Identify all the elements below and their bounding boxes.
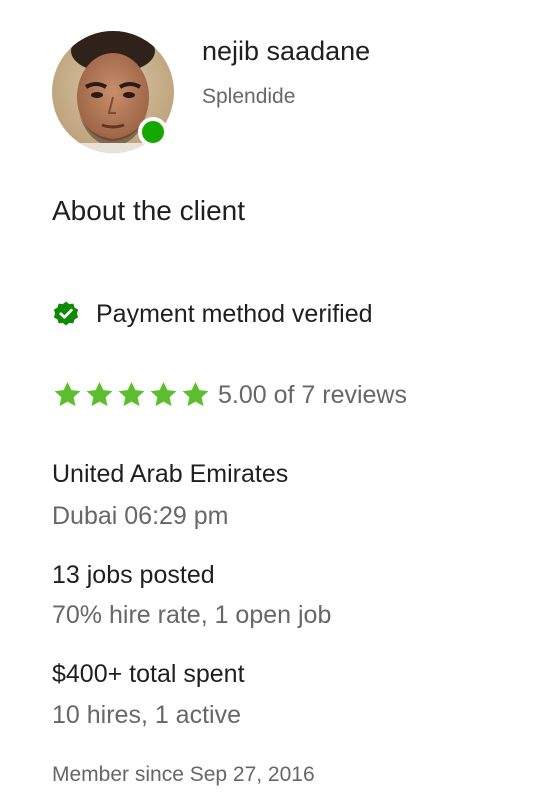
star-icon [54, 381, 81, 407]
star-icon [86, 381, 113, 407]
jobs-posted: 13 jobs posted [52, 561, 215, 589]
star-rating [52, 380, 212, 410]
client-city-time: Dubai 06:29 pm [52, 502, 229, 530]
rating-summary[interactable]: 5.00 of 7 reviews [218, 381, 407, 410]
client-avatar[interactable] [52, 31, 174, 153]
client-country: United Arab Emirates [52, 460, 289, 488]
about-title: About the client [52, 195, 246, 226]
rating-row: 5.00 of 7 reviews [52, 378, 407, 412]
verified-check-icon [53, 301, 79, 326]
client-company: Splendide [202, 85, 296, 108]
hires-summary: 10 hires, 1 active [52, 701, 241, 729]
payment-verified-row: Payment method verified [52, 298, 373, 330]
star-icon [182, 381, 209, 407]
total-spent: $400+ total spent [52, 660, 245, 688]
star-icon [118, 381, 145, 407]
payment-status-label: Payment method verified [96, 299, 373, 328]
star-icon [150, 381, 177, 407]
member-since: Member since Sep 27, 2016 [52, 763, 315, 786]
jobs-hire-rate: 70% hire rate, 1 open job [52, 601, 332, 629]
client-name: nejib saadane [202, 36, 371, 66]
online-status-dot [138, 117, 168, 147]
